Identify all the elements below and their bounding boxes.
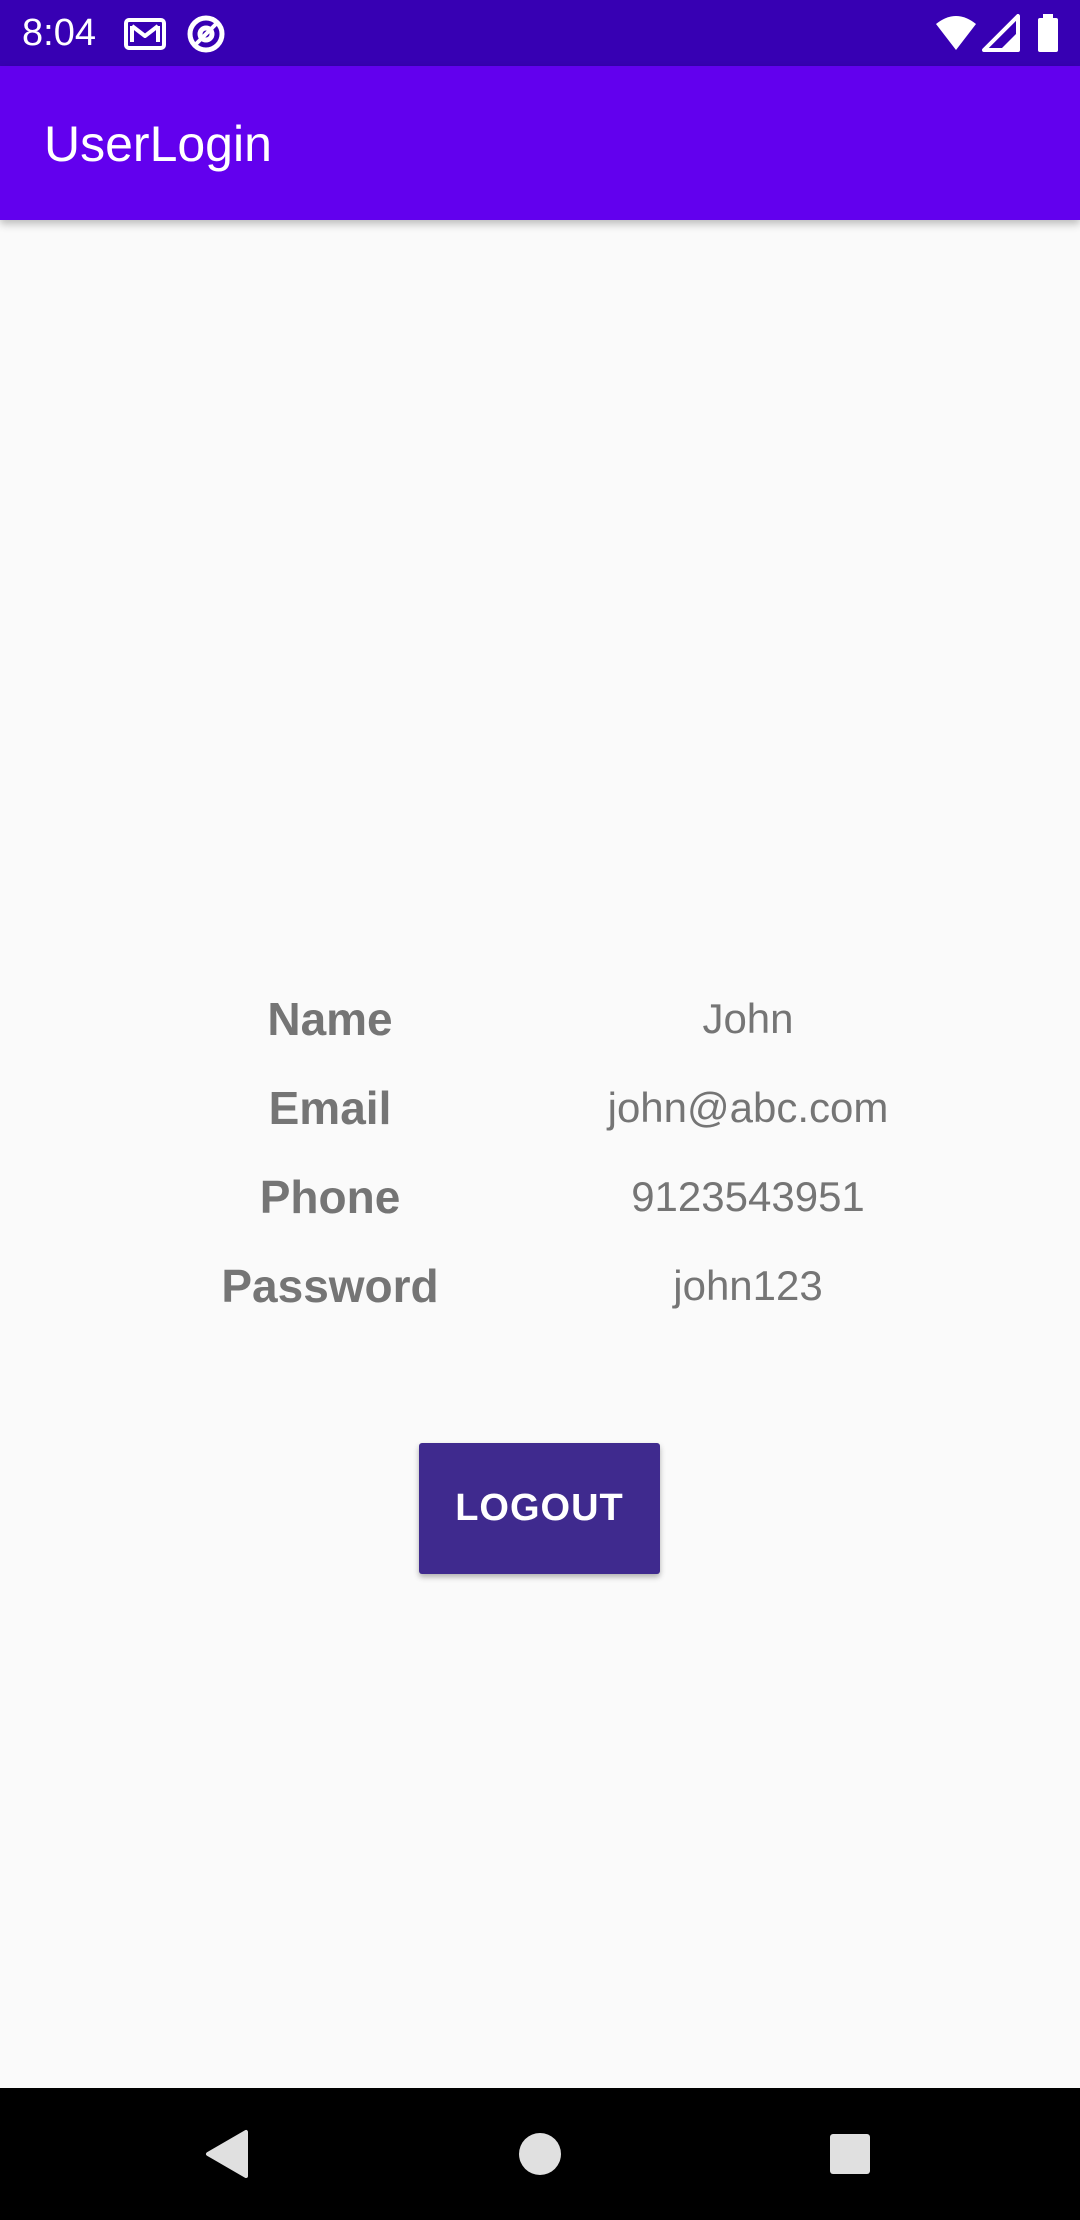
battery-icon: [1036, 14, 1060, 54]
back-icon[interactable]: [196, 2122, 260, 2186]
profile-info: Name John Email john@abc.com Phone 91235…: [0, 990, 1080, 1346]
logout-button[interactable]: LOGOUT: [419, 1443, 660, 1574]
name-value: John: [702, 995, 794, 1042]
phone-label: Phone: [259, 1171, 401, 1223]
status-bar: 8:04: [0, 0, 1080, 66]
password-value: john123: [673, 1262, 823, 1309]
at-sign-icon: [186, 14, 226, 54]
recents-icon[interactable]: [818, 2122, 882, 2186]
profile-row-phone: Phone 9123543951: [0, 1168, 1080, 1257]
password-label: Password: [221, 1260, 439, 1312]
screen: 8:04 UserLogin Name John Email john@abc.…: [0, 0, 1080, 2220]
name-label: Name: [267, 993, 393, 1045]
app-title: UserLogin: [44, 116, 272, 172]
email-label: Email: [268, 1082, 392, 1134]
phone-value: 9123543951: [631, 1173, 865, 1220]
home-icon[interactable]: [508, 2122, 572, 2186]
app-bar: UserLogin: [0, 66, 1080, 220]
profile-row-email: Email john@abc.com: [0, 1079, 1080, 1168]
profile-row-name: Name John: [0, 990, 1080, 1079]
gmail-icon: [124, 14, 166, 54]
nav-bar: [0, 2088, 1080, 2220]
status-time: 8:04: [22, 12, 96, 54]
profile-row-password: Password john123: [0, 1257, 1080, 1346]
wifi-icon: [934, 14, 976, 54]
signal-icon: [982, 14, 1022, 54]
email-value: john@abc.com: [607, 1084, 889, 1131]
